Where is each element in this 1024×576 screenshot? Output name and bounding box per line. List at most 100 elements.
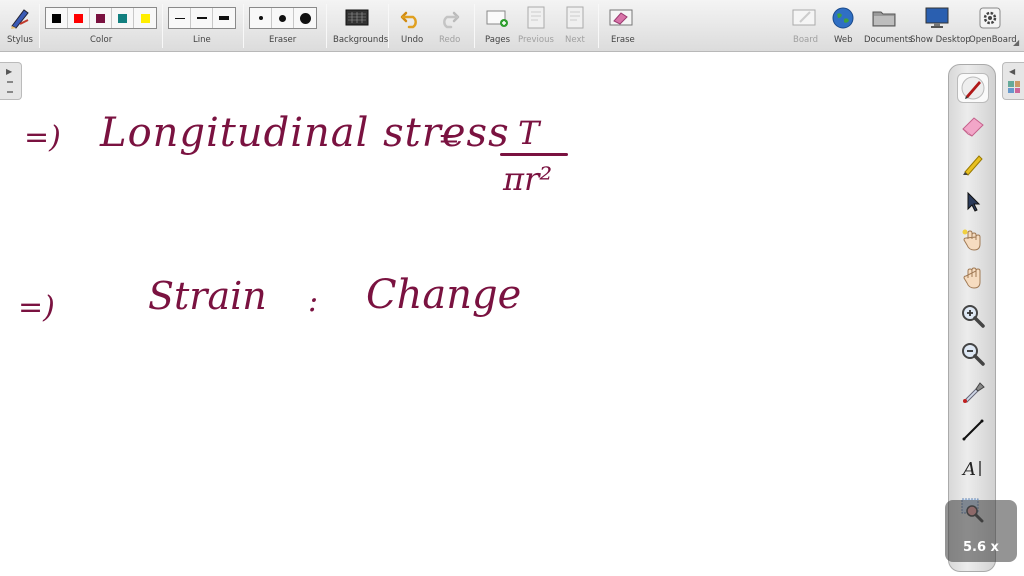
line-group: Line — [167, 0, 237, 52]
erase-label: Erase — [611, 35, 635, 45]
line-tool[interactable] — [957, 415, 989, 445]
redo-button[interactable]: Redo — [434, 0, 464, 52]
ink-arrow-2: =) — [18, 290, 55, 325]
zoom-in-icon — [962, 305, 985, 328]
toolbar-separator — [243, 4, 244, 48]
eraser-size-small[interactable] — [250, 8, 272, 28]
svg-text:A: A — [961, 459, 976, 480]
stylus-button[interactable]: Stylus — [4, 0, 34, 52]
toolbar-separator — [326, 4, 327, 48]
hand-tool[interactable] — [957, 263, 989, 293]
line-widths — [168, 7, 236, 29]
undo-label: Undo — [401, 35, 424, 45]
undo-icon — [398, 5, 424, 31]
backgrounds-icon — [344, 5, 370, 31]
collapse-arrow-icon: ◀ — [1009, 67, 1016, 76]
erase-board-icon — [608, 5, 634, 31]
toolbar-separator — [162, 4, 163, 48]
text-tool[interactable]: A — [957, 453, 989, 483]
text-icon: A — [961, 459, 981, 480]
web-label: Web — [834, 35, 853, 45]
documents-label: Documents — [864, 35, 913, 45]
stylus-icon — [7, 5, 33, 31]
undo-button[interactable]: Undo — [396, 0, 426, 52]
line-width-medium[interactable] — [191, 8, 213, 28]
line-icon — [962, 419, 984, 441]
ink-colon: : — [308, 284, 319, 319]
ink-equals: = — [438, 124, 460, 154]
library-grid-icon — [1008, 81, 1020, 93]
pen-tool[interactable] — [957, 73, 989, 103]
add-page-icon — [484, 5, 510, 31]
eraser-tool[interactable] — [957, 111, 989, 141]
next-page-icon — [562, 5, 588, 31]
web-button[interactable]: Web — [828, 0, 858, 52]
highlighter-icon — [963, 155, 983, 176]
color-swatch-yellow[interactable] — [134, 8, 156, 28]
next-page-button[interactable]: Next — [560, 0, 590, 52]
backgrounds-label: Backgrounds — [333, 35, 389, 45]
ink-change: Change — [366, 272, 522, 318]
line-width-thick[interactable] — [213, 8, 235, 28]
eraser-icon — [962, 117, 984, 137]
color-swatches — [45, 7, 157, 29]
color-label: Color — [90, 35, 113, 45]
color-swatch-maroon[interactable] — [90, 8, 112, 28]
right-library-tab[interactable]: ◀ — [1002, 62, 1024, 100]
openboard-menu-button[interactable]: OpenBoard — [968, 0, 1017, 52]
pointer-icon — [967, 191, 981, 212]
hand-icon — [963, 267, 981, 289]
zoom-level-label: 5.6 x — [963, 540, 999, 555]
ink-arrow-1: =) — [24, 120, 61, 155]
zoom-out-icon — [962, 343, 985, 366]
ink-fraction-bar — [500, 153, 568, 156]
backgrounds-button[interactable]: Backgrounds — [332, 0, 388, 52]
previous-page-icon — [523, 5, 549, 31]
ink-strain: Strain — [148, 274, 267, 318]
laser-hand-icon — [962, 229, 981, 251]
toolbar-separator — [39, 4, 40, 48]
whiteboard-canvas[interactable]: =) Longitudinal stress = T πr² =) Strain… — [0, 52, 945, 576]
pipette-icon — [963, 382, 985, 403]
previous-label: Previous — [518, 35, 554, 45]
zoom-indicator: 5.6 x — [945, 500, 1017, 562]
pages-button[interactable]: Pages — [482, 0, 512, 52]
color-group: Color — [44, 0, 157, 52]
pen-icon — [961, 76, 985, 100]
ink-fraction-numerator: T — [518, 114, 540, 152]
globe-icon — [830, 5, 856, 31]
pages-label: Pages — [485, 35, 511, 45]
toolbar-separator — [388, 4, 389, 48]
line-width-thin[interactable] — [169, 8, 191, 28]
color-swatch-black[interactable] — [46, 8, 68, 28]
selector-tool[interactable] — [957, 187, 989, 217]
openboard-label: OpenBoard — [969, 35, 1017, 45]
next-label: Next — [565, 35, 585, 45]
toolbar-separator — [474, 4, 475, 48]
tool-palette: A — [948, 64, 996, 572]
toolbar-separator — [598, 4, 599, 48]
color-swatch-red[interactable] — [68, 8, 90, 28]
eraser-size-medium[interactable] — [272, 8, 294, 28]
zoom-out-tool[interactable] — [957, 339, 989, 369]
toolbar-collapse-icon[interactable]: ◢ — [1013, 38, 1019, 47]
erase-button[interactable]: Erase — [606, 0, 636, 52]
eraser-size-large[interactable] — [294, 8, 316, 28]
folder-icon — [871, 5, 897, 31]
zoom-in-tool[interactable] — [957, 301, 989, 331]
gear-icon — [977, 5, 1003, 31]
board-button[interactable]: Board — [789, 0, 819, 52]
previous-page-button[interactable]: Previous — [518, 0, 554, 52]
laser-pointer-tool[interactable] — [957, 377, 989, 407]
show-desktop-button[interactable]: Show Desktop — [910, 0, 971, 52]
eraser-group: Eraser — [248, 0, 318, 52]
color-swatch-teal[interactable] — [112, 8, 134, 28]
show-desktop-label: Show Desktop — [910, 35, 971, 45]
interact-tool[interactable] — [957, 225, 989, 255]
board-icon — [791, 5, 817, 31]
documents-button[interactable]: Documents — [864, 0, 912, 52]
main-toolbar: Stylus Color Line Eraser Backgrounds Und… — [0, 0, 1024, 52]
highlighter-tool[interactable] — [957, 149, 989, 179]
eraser-sizes — [249, 7, 317, 29]
ink-fraction-denominator: πr² — [503, 160, 553, 198]
